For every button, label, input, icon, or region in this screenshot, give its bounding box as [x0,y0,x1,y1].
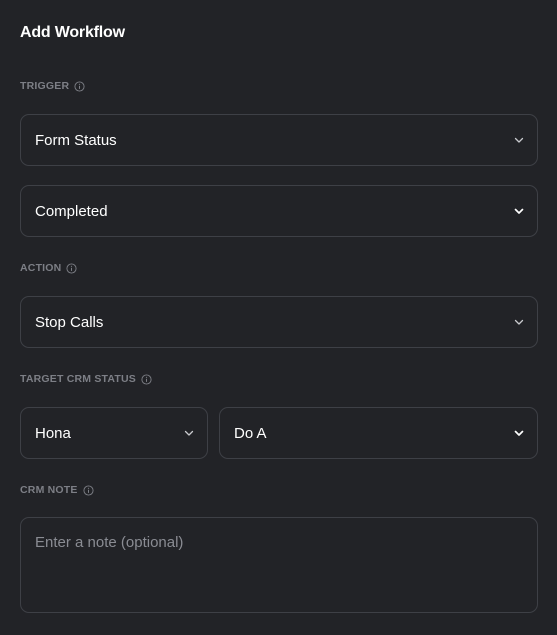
crm-note-section-label: CRM NOTE [20,484,94,496]
target-crm-status-section-label: TARGET CRM STATUS [20,373,152,385]
chevron-down-icon [514,208,524,214]
chevron-down-icon [184,430,194,436]
crm-substatus-value: Do A [234,424,267,442]
trigger-section-label: TRIGGER [20,80,85,92]
crm-note-field[interactable] [20,517,538,613]
note-label-text: CRM NOTE [20,484,78,496]
info-icon[interactable] [66,262,77,274]
trigger-value-value: Completed [35,202,108,220]
action-value: Stop Calls [35,313,104,331]
crm-substatus-select[interactable]: Do A [219,407,538,459]
info-icon[interactable] [83,484,94,496]
target-label-text: TARGET CRM STATUS [20,373,136,385]
action-section-label: ACTION [20,262,77,274]
crm-status-select[interactable]: Hona [20,407,208,459]
info-icon[interactable] [141,373,152,385]
trigger-type-select[interactable]: Form Status [20,114,538,166]
chevron-down-icon [514,137,524,143]
add-workflow-panel: Add Workflow TRIGGER Form Status Complet… [0,0,557,635]
action-label-text: ACTION [20,262,62,274]
action-select[interactable]: Stop Calls [20,296,538,348]
trigger-type-value: Form Status [35,131,117,149]
info-icon[interactable] [74,80,85,92]
crm-note-textarea[interactable] [35,534,523,596]
chevron-down-icon [514,430,524,436]
crm-status-value: Hona [35,424,71,442]
trigger-value-select[interactable]: Completed [20,185,538,237]
trigger-label-text: TRIGGER [20,80,70,92]
panel-title: Add Workflow [20,24,125,41]
chevron-down-icon [514,319,524,325]
